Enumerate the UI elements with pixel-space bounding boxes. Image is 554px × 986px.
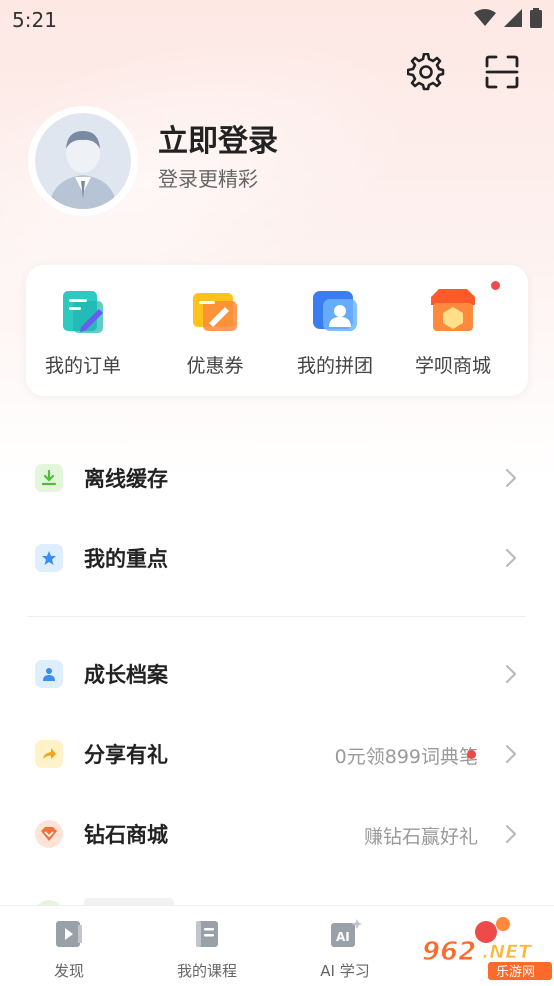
avatar[interactable] <box>32 110 134 212</box>
menu-item-highlights[interactable]: 我的重点 <box>0 528 554 588</box>
status-icons <box>474 8 542 28</box>
menu-label: 分享有礼 <box>84 743 168 767</box>
quick-action-label: 我的拼团 <box>296 355 373 377</box>
star-icon <box>35 544 63 572</box>
wifi-icon <box>474 9 496 26</box>
login-subtitle: 登录更精彩 <box>158 167 258 191</box>
profile-icon <box>35 660 63 688</box>
courses-icon <box>196 921 218 947</box>
menu-label: 我的重点 <box>84 547 168 571</box>
svg-text:.NET: .NET <box>482 941 533 963</box>
menu-item-share-rewards[interactable]: 分享有礼 0元领899词典笔 <box>0 724 554 784</box>
quick-action-coupons[interactable]: 优惠券 <box>155 283 275 378</box>
menu-item-diamond-mall[interactable]: 钻石商城 赚钻石赢好礼 <box>0 804 554 864</box>
quick-action-label: 学呗商城 <box>414 355 491 377</box>
settings-button[interactable] <box>406 52 446 92</box>
orders-icon <box>55 283 111 339</box>
ai-learning-icon: AI <box>331 919 362 947</box>
share-icon <box>35 740 63 768</box>
menu-label: 钻石商城 <box>84 823 168 847</box>
diamond-promo-text: 赚钻石赢好礼 <box>363 826 478 848</box>
group-buy-icon <box>307 283 363 339</box>
default-avatar-icon <box>35 113 131 209</box>
chevron-right-icon <box>505 824 517 844</box>
share-promo-text: 0元领899词典笔 <box>334 746 478 768</box>
new-badge <box>491 281 500 290</box>
menu-label: 离线缓存 <box>84 467 168 491</box>
tab-my-courses[interactable]: 我的课程 <box>152 918 262 981</box>
quick-action-orders[interactable]: 我的订单 <box>23 283 143 378</box>
svg-text:乐游网: 乐游网 <box>496 965 535 980</box>
svg-text:AI: AI <box>336 930 350 944</box>
watermark-logo: 962 .NET 乐游网 <box>414 912 554 982</box>
discover-icon <box>56 921 82 947</box>
chevron-right-icon <box>505 468 517 488</box>
quick-action-label: 我的订单 <box>44 355 121 377</box>
quick-action-mall[interactable]: 学呗商城 <box>393 281 513 378</box>
signal-icon <box>504 9 522 27</box>
svg-text:962: 962 <box>422 937 476 967</box>
coupon-icon <box>187 283 243 339</box>
tab-ai-learning[interactable]: AI AI 学习 <box>290 918 400 981</box>
divider <box>28 616 526 617</box>
tab-label: AI 学习 <box>320 962 370 980</box>
status-bar: 5:21 <box>0 0 554 40</box>
quick-actions-card: 我的订单 优惠券 我的拼团 学呗商城 <box>26 265 528 396</box>
chevron-right-icon <box>505 548 517 568</box>
scan-icon <box>485 55 519 89</box>
login-title[interactable]: 立即登录 <box>158 116 278 160</box>
diamond-icon <box>35 820 63 848</box>
mall-icon <box>425 283 481 339</box>
tab-label: 发现 <box>53 962 84 980</box>
battery-icon <box>530 8 542 28</box>
menu-item-growth-profile[interactable]: 成长档案 <box>0 644 554 704</box>
chevron-right-icon <box>505 744 517 764</box>
quick-action-group-buy[interactable]: 我的拼团 <box>275 283 395 378</box>
tab-label: 我的课程 <box>176 962 237 980</box>
chevron-right-icon <box>505 664 517 684</box>
menu-item-offline-cache[interactable]: 离线缓存 <box>0 448 554 508</box>
tab-discover[interactable]: 发现 <box>14 918 124 981</box>
quick-action-label: 优惠券 <box>186 355 244 377</box>
new-badge <box>467 750 476 759</box>
gear-icon <box>407 53 445 91</box>
download-icon <box>35 464 63 492</box>
status-time: 5:21 <box>12 8 57 32</box>
menu-label: 成长档案 <box>84 663 168 687</box>
scan-button[interactable] <box>482 52 522 92</box>
